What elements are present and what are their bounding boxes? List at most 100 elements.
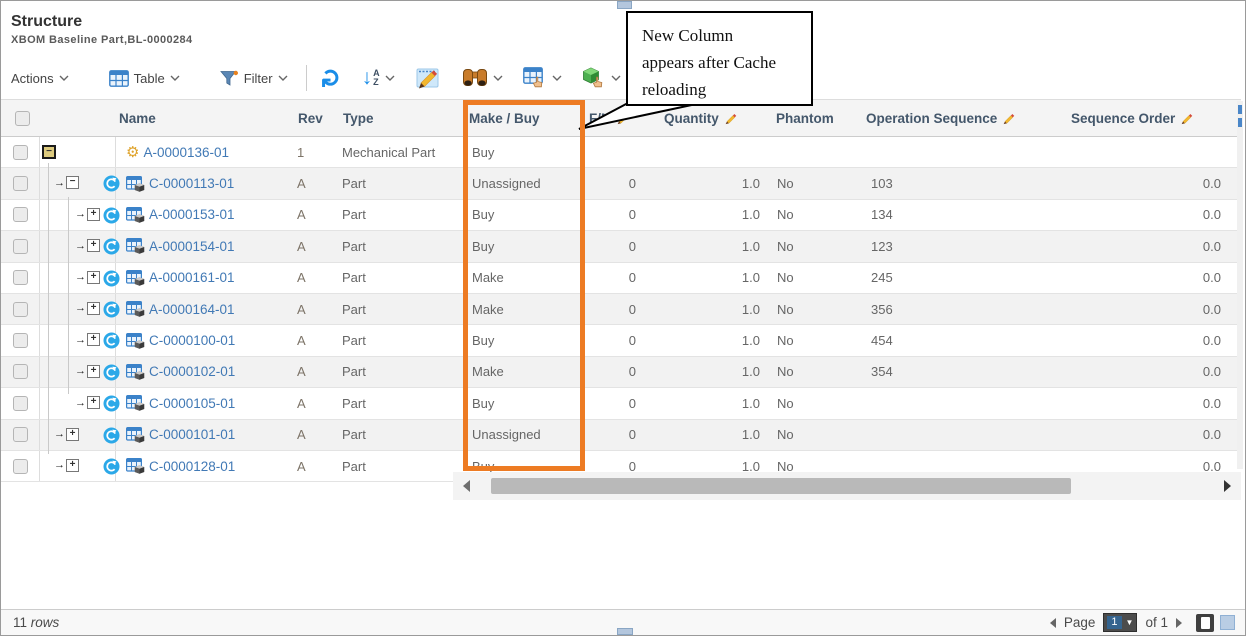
structure-window: Structure XBOM Baseline Part,BL-0000284 … — [0, 0, 1246, 636]
expand-box-icon: − — [66, 176, 79, 189]
table-menu-label: Table — [134, 71, 165, 86]
vertical-scrollbar[interactable] — [1237, 101, 1243, 469]
chevron-down-icon — [278, 75, 288, 82]
fn-cell: 0 — [585, 207, 660, 222]
expand-toggle[interactable]: →+ — [75, 396, 100, 409]
column-header-rev[interactable]: Rev — [294, 111, 339, 126]
type-cell: Part — [339, 427, 465, 442]
next-page-arrow[interactable] — [1176, 618, 1182, 628]
part-name-link[interactable]: C-0000102-01 — [149, 364, 235, 379]
row-checkbox[interactable] — [13, 270, 28, 285]
expand-toggle[interactable]: →+ — [75, 208, 100, 221]
quantity-cell: 1.0 — [660, 207, 772, 222]
scroll-left-arrow[interactable] — [463, 480, 470, 492]
part-name-link[interactable]: A-0000153-01 — [149, 207, 235, 222]
prev-page-arrow[interactable] — [1050, 618, 1056, 628]
scrollbar-thumb[interactable] — [491, 478, 1071, 494]
type-cell: Part — [339, 239, 465, 254]
rev-cell: A — [294, 239, 339, 254]
rev-cell: A — [294, 302, 339, 317]
expand-toggle[interactable]: →+ — [75, 271, 100, 284]
expand-toggle[interactable]: →+ — [54, 428, 79, 441]
part-name-link[interactable]: C-0000113-01 — [149, 176, 234, 191]
scroll-right-arrow[interactable] — [1224, 480, 1231, 492]
horizontal-scrollbar[interactable] — [453, 472, 1241, 500]
edit-pencil-icon[interactable] — [724, 112, 737, 125]
row-checkbox-cell — [1, 396, 40, 411]
row-checkbox-cell — [1, 270, 40, 285]
toolbar: Actions Table Filter ↻ ↓ AZ — [11, 61, 621, 95]
expand-box-icon: + — [87, 333, 100, 346]
quantity-cell: 1.0 — [660, 364, 772, 379]
row-checkbox-cell — [1, 364, 40, 379]
sequence-order-cell: 0.0 — [1067, 427, 1241, 442]
part-name-link[interactable]: A-0000161-01 — [149, 270, 235, 285]
table-icon — [109, 70, 129, 87]
tree-cell: →+ — [39, 388, 116, 418]
row-checkbox[interactable] — [13, 302, 28, 317]
part-icon — [126, 238, 145, 254]
tree-cell: →+ — [39, 420, 116, 450]
filter-menu[interactable]: Filter — [220, 70, 288, 87]
row-checkbox[interactable] — [13, 459, 28, 474]
part-name-link[interactable]: A-0000164-01 — [149, 302, 235, 317]
column-header-phantom[interactable]: Phantom — [772, 111, 862, 126]
edit-pencil-icon[interactable] — [1180, 112, 1193, 125]
row-checkbox[interactable] — [13, 364, 28, 379]
part-name-link[interactable]: A-0000136-01 — [143, 145, 229, 160]
expand-toggle[interactable]: − — [42, 145, 56, 159]
row-checkbox-cell — [1, 427, 40, 442]
make-buy-cell: Make — [465, 302, 585, 317]
part-name-link[interactable]: C-0000105-01 — [149, 396, 235, 411]
edit-pencil-icon[interactable] — [1002, 112, 1015, 125]
split-view-icon[interactable] — [1220, 615, 1235, 630]
row-checkbox[interactable] — [13, 207, 28, 222]
expand-toggle[interactable]: →+ — [75, 333, 100, 346]
part-name-link[interactable]: C-0000128-01 — [149, 459, 235, 474]
select-all-checkbox[interactable] — [15, 111, 30, 126]
quantity-cell: 1.0 — [660, 270, 772, 285]
name-cell: C-0000113-01 — [116, 176, 294, 192]
table-row: →+ C-0000102-01 A Part Make 0 1.0 No 354… — [1, 357, 1241, 388]
row-checkbox[interactable] — [13, 396, 28, 411]
column-header-type[interactable]: Type — [339, 111, 465, 126]
part-name-link[interactable]: C-0000101-01 — [149, 427, 235, 442]
revision-status-icon — [103, 332, 120, 349]
column-header-operation-sequence[interactable]: Operation Sequence — [862, 111, 1067, 126]
expand-toggle[interactable]: →− — [54, 176, 79, 189]
expand-toggle[interactable]: →+ — [75, 239, 100, 252]
sort-button[interactable]: ↓ AZ — [362, 68, 395, 88]
row-checkbox[interactable] — [13, 239, 28, 254]
page-number-dropdown[interactable]: 1 ▼ — [1103, 613, 1137, 632]
row-checkbox[interactable] — [13, 176, 28, 191]
row-checkbox[interactable] — [13, 427, 28, 442]
expand-box-icon: + — [87, 302, 100, 315]
sequence-order-cell: 0.0 — [1067, 239, 1241, 254]
column-header-sequence-order[interactable]: Sequence Order — [1067, 111, 1241, 126]
search-button[interactable] — [462, 67, 503, 89]
refresh-button[interactable]: ↻ — [321, 67, 342, 89]
row-checkbox[interactable] — [13, 145, 28, 160]
part-name-link[interactable]: A-0000154-01 — [149, 239, 235, 254]
row-checkbox[interactable] — [13, 333, 28, 348]
part-select-button[interactable] — [582, 67, 621, 89]
expand-toggle[interactable]: →+ — [75, 302, 100, 315]
column-header-name[interactable]: Name — [116, 111, 294, 126]
table-select-button[interactable] — [523, 67, 562, 89]
expand-toggle[interactable]: →+ — [54, 459, 79, 472]
name-cell: A-0000164-01 — [116, 301, 294, 317]
row-count: 11 rows — [1, 615, 59, 630]
type-cell: Part — [339, 207, 465, 222]
mass-edit-button[interactable] — [415, 66, 442, 90]
full-page-view-icon[interactable] — [1196, 614, 1214, 632]
column-header-make-buy[interactable]: Make / Buy — [465, 111, 585, 126]
table-body: − ⚙ A-0000136-01 1 Mechanical Part Buy →… — [1, 137, 1241, 482]
expand-toggle[interactable]: →+ — [75, 365, 100, 378]
table-menu[interactable]: Table — [109, 70, 180, 87]
table-select-icon — [523, 67, 547, 89]
annotation-handle — [617, 628, 633, 635]
edit-notepad-icon — [415, 66, 442, 90]
actions-menu[interactable]: Actions — [11, 71, 69, 86]
part-name-link[interactable]: C-0000100-01 — [149, 333, 235, 348]
select-all-checkbox-cell — [1, 111, 40, 126]
